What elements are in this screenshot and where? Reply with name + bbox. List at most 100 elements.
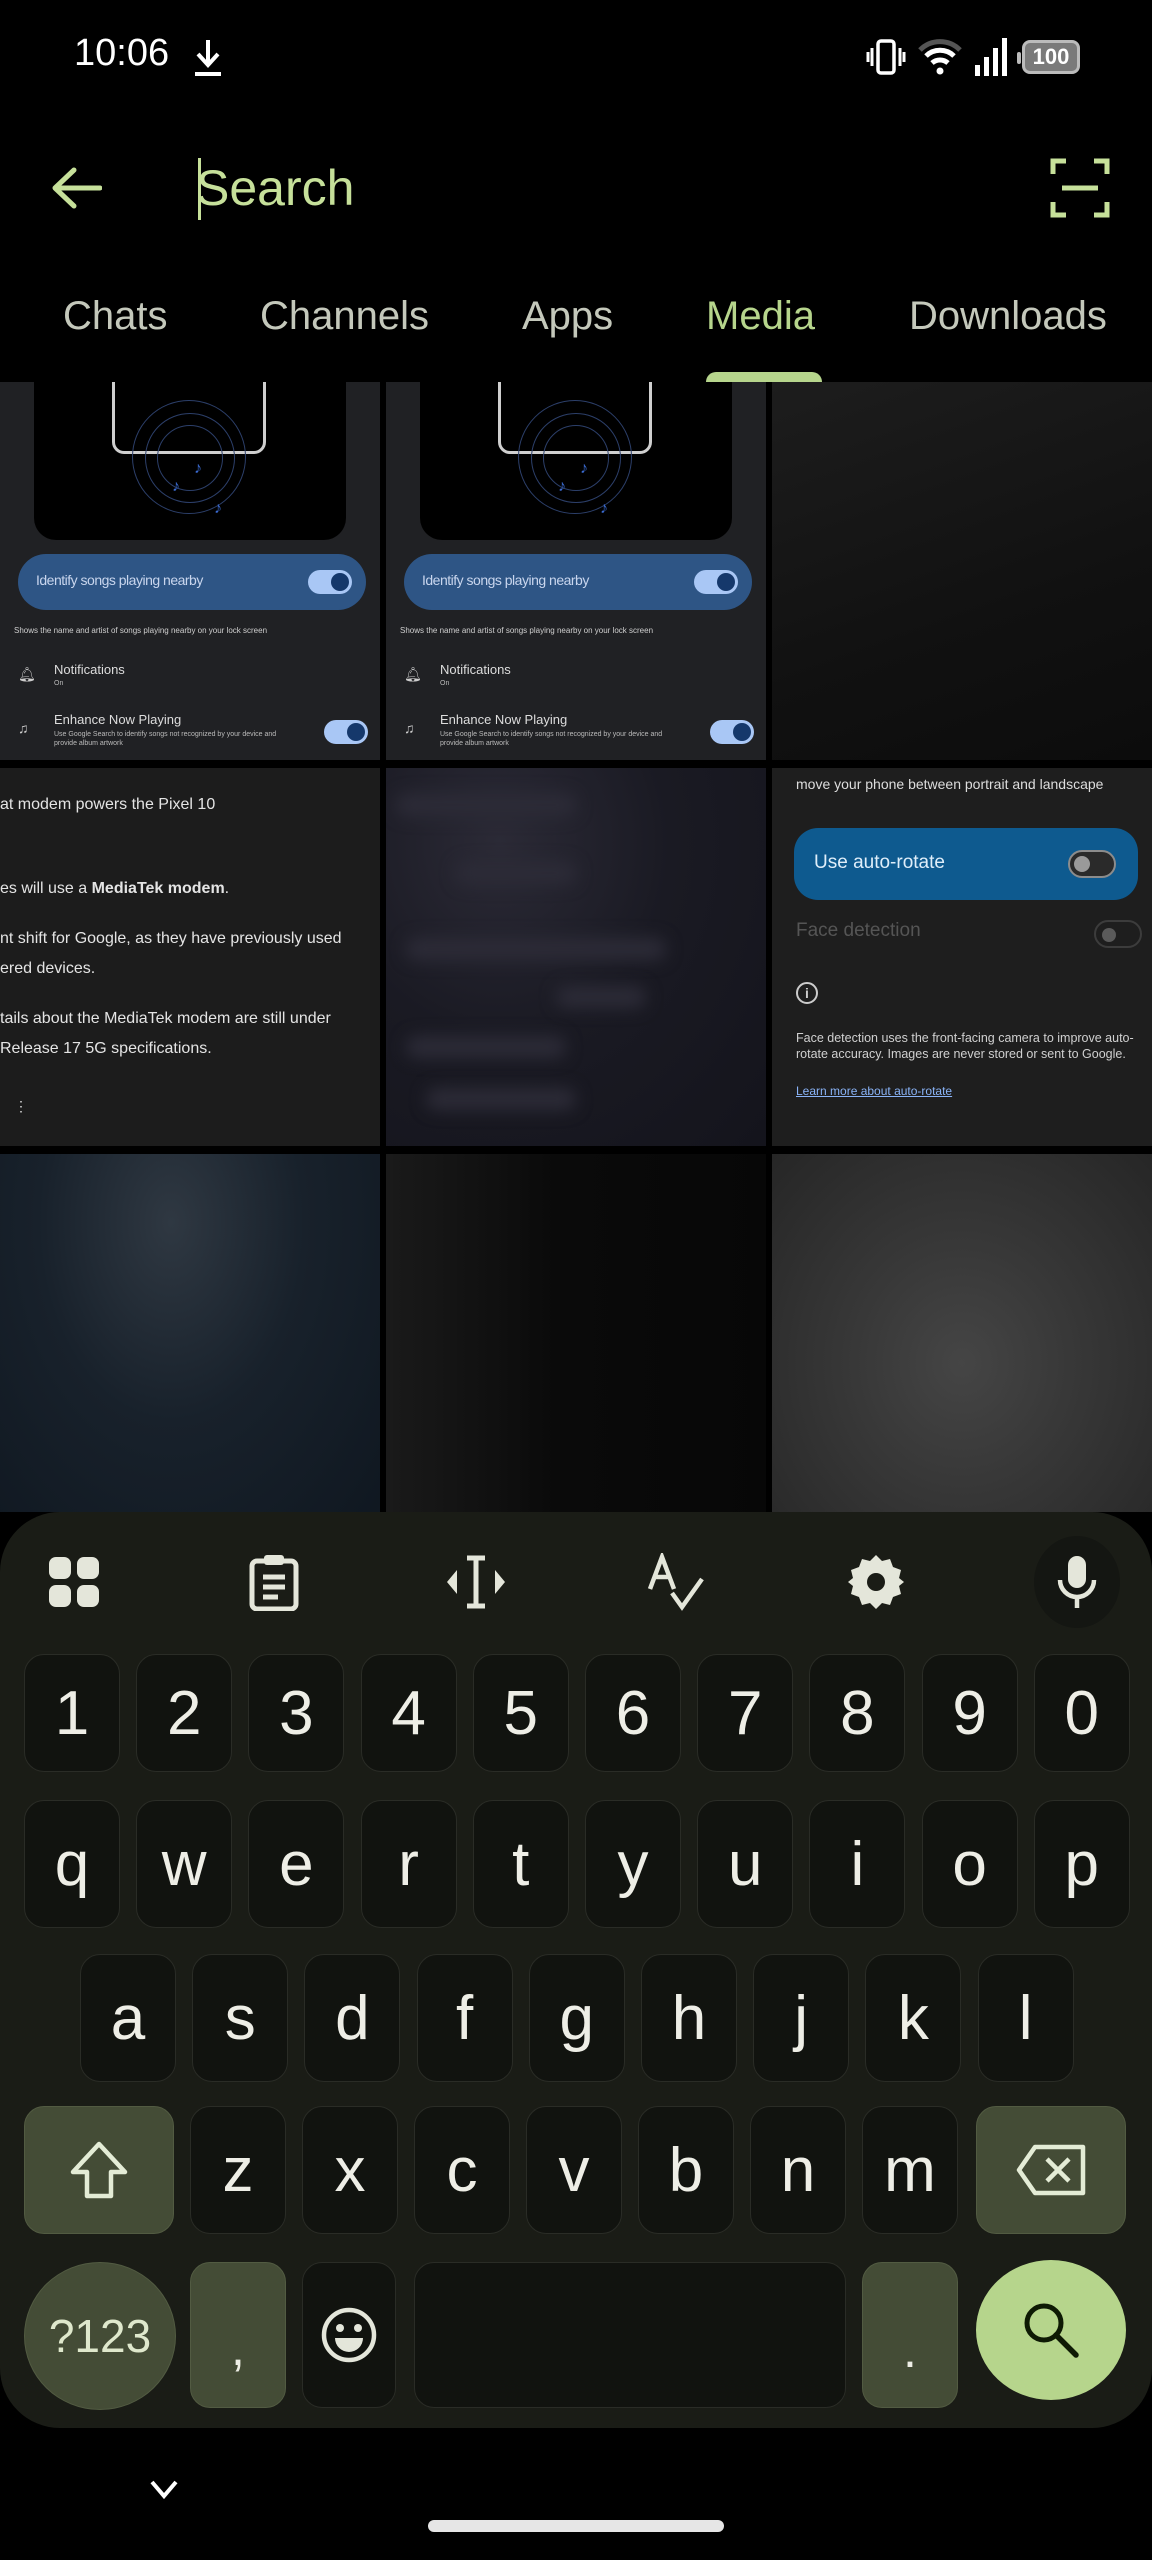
- tab-downloads[interactable]: Downloads: [909, 294, 1107, 354]
- key-h[interactable]: h: [641, 1954, 737, 2082]
- microphone-icon: [1057, 1556, 1097, 1608]
- symbols-key[interactable]: ?123: [24, 2262, 176, 2410]
- bell-icon: 🔔︎: [18, 666, 36, 682]
- key-q[interactable]: q: [24, 1800, 120, 1928]
- key-u[interactable]: u: [697, 1800, 794, 1928]
- more-vert-icon: ⋮: [14, 1098, 28, 1114]
- key-3[interactable]: 3: [248, 1654, 345, 1772]
- key-r[interactable]: r: [360, 1800, 457, 1928]
- key-8[interactable]: 8: [809, 1654, 906, 1772]
- key-f[interactable]: f: [416, 1954, 513, 2082]
- search-input[interactable]: [196, 150, 996, 226]
- key-s[interactable]: s: [192, 1954, 289, 2082]
- toggle-on: [324, 720, 368, 744]
- key-g[interactable]: g: [528, 1954, 625, 2082]
- key-7[interactable]: 7: [697, 1654, 794, 1772]
- key-c[interactable]: c: [414, 2106, 510, 2234]
- key-p[interactable]: p: [1033, 1800, 1130, 1928]
- media-thumbnail[interactable]: [772, 1154, 1152, 1512]
- media-thumbnail[interactable]: [386, 1154, 766, 1512]
- media-thumbnail[interactable]: ♪ ♪ ♪ Identify songs playing nearby Show…: [0, 382, 380, 760]
- key-a[interactable]: a: [80, 1954, 176, 2082]
- music-note-icon: ♪: [194, 460, 202, 477]
- comma-key[interactable]: ,: [190, 2262, 286, 2408]
- spellcheck-icon: [647, 1553, 704, 1611]
- key-m[interactable]: m: [862, 2106, 958, 2234]
- clipboard-icon: [249, 1555, 299, 1611]
- keyboard-toolbar: [0, 1512, 1152, 1642]
- signal-icon: [975, 38, 1007, 76]
- emoji-key[interactable]: [302, 2262, 396, 2408]
- media-thumbnail[interactable]: at modem powers the Pixel 10 es will use…: [0, 768, 380, 1146]
- key-l[interactable]: l: [977, 1954, 1074, 2082]
- toggle-off: [1068, 850, 1116, 878]
- backspace-key[interactable]: [976, 2106, 1126, 2234]
- phone-illustration: ♪ ♪ ♪: [34, 382, 346, 540]
- search-icon: [1024, 2303, 1079, 2358]
- media-thumbnail[interactable]: [772, 382, 1152, 760]
- key-0[interactable]: 0: [1033, 1654, 1130, 1772]
- key-d[interactable]: d: [304, 1954, 401, 2082]
- tab-channels[interactable]: Channels: [260, 294, 429, 354]
- key-j[interactable]: j: [753, 1954, 850, 2082]
- key-4[interactable]: 4: [360, 1654, 457, 1772]
- key-y[interactable]: y: [585, 1800, 681, 1928]
- tab-chats[interactable]: Chats: [63, 294, 168, 354]
- key-5[interactable]: 5: [472, 1654, 569, 1772]
- shift-key[interactable]: [24, 2106, 174, 2234]
- settings-gear-icon: [848, 1555, 904, 1609]
- search-submit-key[interactable]: [976, 2260, 1126, 2400]
- text-editing-button[interactable]: [436, 1542, 516, 1622]
- key-1[interactable]: 1: [24, 1654, 120, 1772]
- backspace-icon: [1016, 2144, 1086, 2196]
- media-thumbnail[interactable]: move your phone between portrait and lan…: [772, 768, 1152, 1146]
- key-z[interactable]: z: [190, 2106, 286, 2234]
- text-cursor-icon: [447, 1555, 505, 1609]
- tab-media[interactable]: Media: [706, 294, 815, 354]
- key-o[interactable]: o: [921, 1800, 1018, 1928]
- apps-grid-icon: [49, 1557, 99, 1607]
- music-search-icon: ♫: [404, 720, 415, 736]
- apps-button[interactable]: [34, 1542, 114, 1622]
- settings-button[interactable]: [836, 1542, 916, 1622]
- spellcheck-button[interactable]: [636, 1542, 716, 1622]
- music-note-icon: ♪: [172, 478, 180, 495]
- key-t[interactable]: t: [472, 1800, 569, 1928]
- media-thumbnail[interactable]: ♪ ♪ ♪ Identify songs playing nearby Show…: [386, 382, 766, 760]
- media-thumbnail[interactable]: [0, 1154, 380, 1512]
- voice-input-button[interactable]: [1034, 1536, 1120, 1628]
- auto-rotate-toggle-row: Use auto-rotate: [794, 828, 1138, 900]
- music-note-icon: ♪: [600, 500, 608, 517]
- status-icons: 100: [866, 36, 1080, 78]
- key-k[interactable]: k: [865, 1954, 962, 2082]
- key-i[interactable]: i: [809, 1800, 906, 1928]
- home-gesture-handle[interactable]: [428, 2520, 724, 2532]
- scan-button[interactable]: [1044, 152, 1116, 224]
- key-v[interactable]: v: [526, 2106, 622, 2234]
- media-thumbnail[interactable]: [386, 768, 766, 1146]
- key-6[interactable]: 6: [585, 1654, 681, 1772]
- music-search-icon: ♫: [18, 720, 29, 736]
- wifi-icon: [918, 39, 962, 75]
- key-x[interactable]: x: [302, 2106, 398, 2234]
- key-9[interactable]: 9: [921, 1654, 1018, 1772]
- toggle-on: [308, 570, 352, 594]
- active-tab-indicator: [706, 372, 822, 382]
- clipboard-button[interactable]: [234, 1542, 314, 1622]
- key-w[interactable]: w: [136, 1800, 233, 1928]
- chevron-down-icon[interactable]: [148, 2478, 180, 2502]
- key-n[interactable]: n: [750, 2106, 846, 2234]
- now-playing-toggle-row: Identify songs playing nearby: [18, 554, 366, 610]
- music-note-icon: ♪: [558, 478, 566, 495]
- tab-apps[interactable]: Apps: [522, 294, 613, 354]
- scan-icon: [1050, 158, 1110, 218]
- toggle-on: [694, 570, 738, 594]
- key-b[interactable]: b: [638, 2106, 734, 2234]
- status-time: 10:06: [74, 32, 170, 74]
- space-key[interactable]: [414, 2262, 846, 2408]
- key-e[interactable]: e: [248, 1800, 345, 1928]
- emoji-icon: [321, 2307, 377, 2363]
- period-key[interactable]: .: [862, 2262, 958, 2408]
- back-button[interactable]: [40, 156, 112, 220]
- key-2[interactable]: 2: [136, 1654, 233, 1772]
